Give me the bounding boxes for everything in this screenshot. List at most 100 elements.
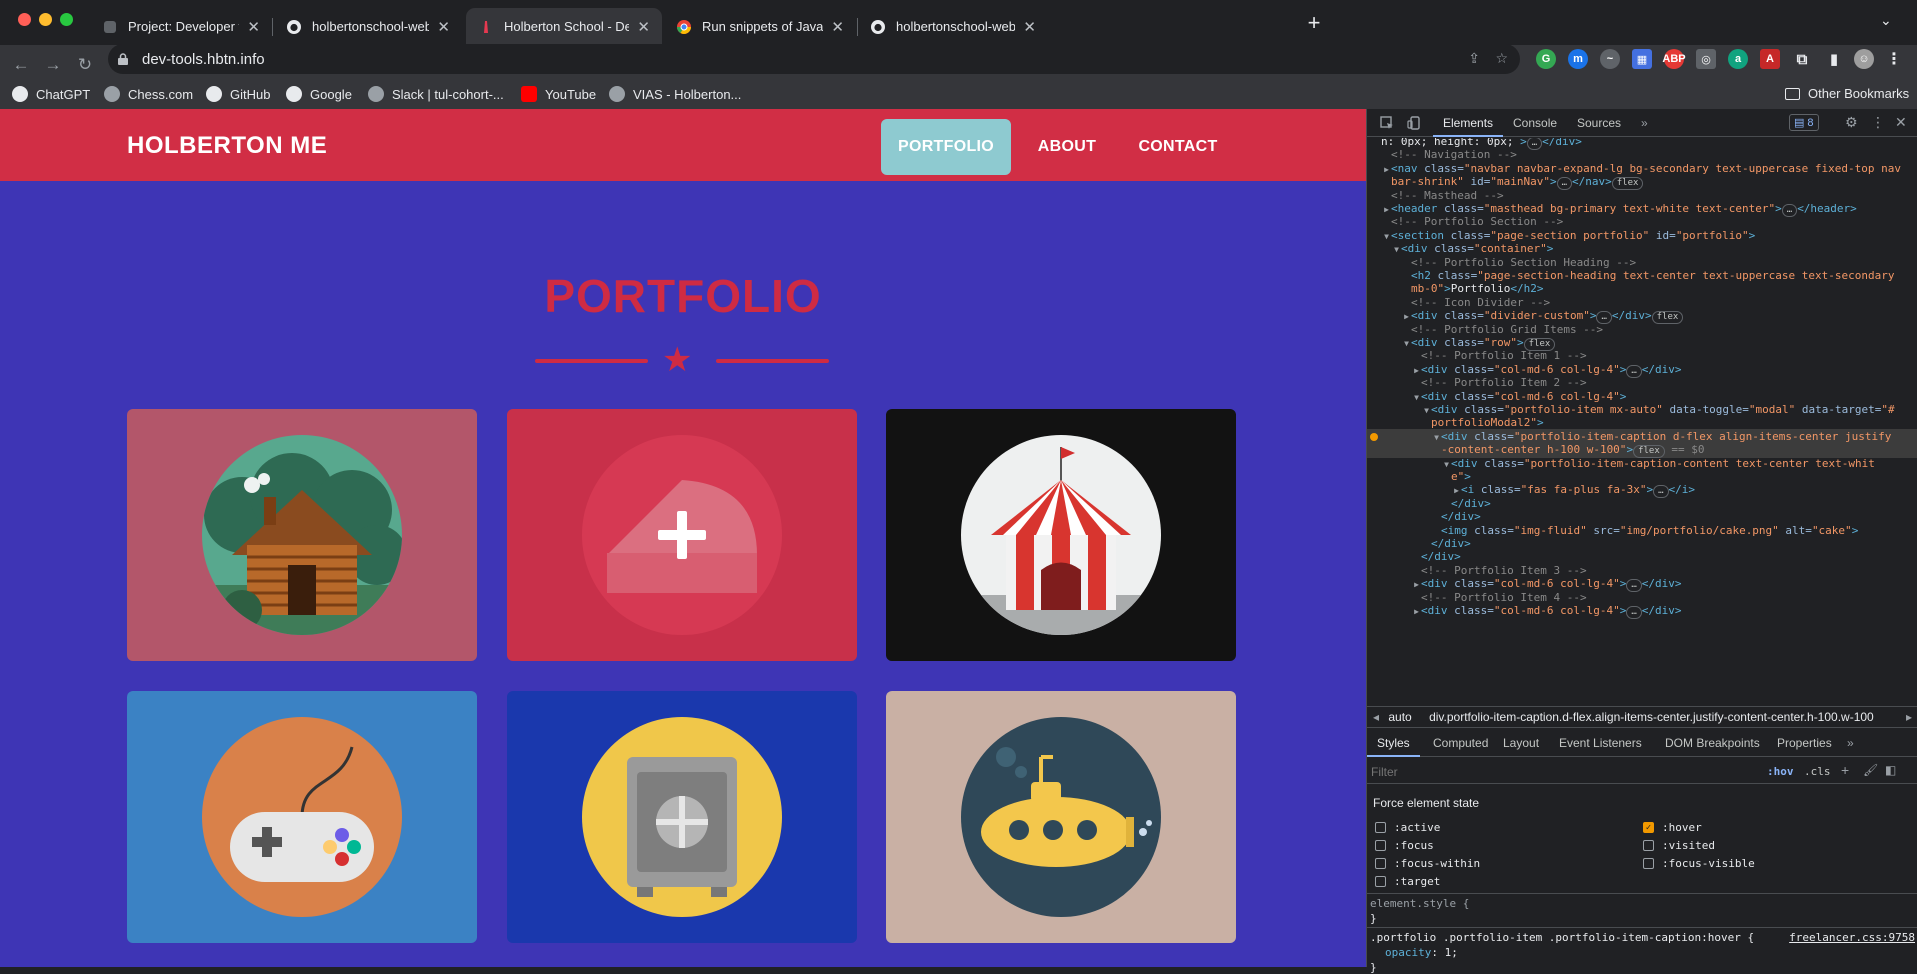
extension-icon[interactable]: ◎ — [1696, 49, 1716, 69]
css-value[interactable]: 1; — [1445, 946, 1458, 959]
close-tab-icon[interactable]: ✕ — [437, 18, 450, 36]
minimize-window-button[interactable] — [39, 13, 52, 26]
state-visited-checkbox[interactable]: :visited — [1643, 839, 1715, 852]
settings-gear-icon[interactable]: ⚙ — [1845, 114, 1858, 131]
maximize-window-button[interactable] — [60, 13, 73, 26]
extension-icon[interactable]: m — [1568, 49, 1588, 69]
devtools-tab-console[interactable]: Console — [1503, 109, 1567, 137]
subtab-dom-breakpoints[interactable]: DOM Breakpoints — [1655, 729, 1770, 757]
state-focus-within-checkbox[interactable]: :focus-within — [1375, 857, 1480, 870]
address-bar[interactable]: dev-tools.hbtn.info ⇪ ☆ — [108, 44, 1520, 74]
state-focus-visible-checkbox[interactable]: :focus-visible — [1643, 857, 1755, 870]
checkbox[interactable] — [1375, 876, 1386, 887]
portfolio-item-submarine[interactable] — [886, 691, 1236, 943]
subtab-layout[interactable]: Layout — [1493, 729, 1549, 757]
checkbox[interactable] — [1643, 840, 1654, 851]
tab-search-chevron-icon[interactable]: ⌄ — [1880, 12, 1892, 29]
breadcrumb-scroll-right-icon[interactable]: ▸ — [1906, 707, 1912, 727]
nav-contact-link[interactable]: CONTACT — [1123, 119, 1233, 175]
breadcrumb-scroll-left-icon[interactable]: ◂ — [1373, 710, 1379, 724]
subtab-properties[interactable]: Properties — [1767, 729, 1842, 757]
subtab-event-listeners[interactable]: Event Listeners — [1549, 729, 1652, 757]
bookmark-chatgpt[interactable]: ChatGPT — [12, 86, 90, 102]
issues-badge[interactable]: ▤ 8 — [1789, 114, 1819, 131]
bookmark-google[interactable]: Google — [286, 86, 352, 102]
bookmark-slack[interactable]: Slack | tul-cohort-... — [368, 86, 504, 102]
browser-tab-active[interactable]: Holberton School - Developer t ✕ — [466, 8, 662, 45]
close-tab-icon[interactable]: ✕ — [247, 18, 260, 36]
dom-node-line[interactable]: ▶ <div class="col-md-6 col-lg-4">… </div> — [1367, 603, 1917, 619]
dom-badge[interactable]: … — [1626, 606, 1642, 619]
checkbox[interactable] — [1643, 858, 1654, 869]
portfolio-item-cake[interactable] — [507, 409, 857, 661]
bookmark-github[interactable]: GitHub — [206, 86, 270, 102]
new-style-rule-icon[interactable]: + — [1841, 762, 1849, 778]
browser-tab[interactable]: Run snippets of JavaScript - Ch ✕ — [664, 8, 856, 45]
extension-icon[interactable]: ~ — [1600, 49, 1620, 69]
cls-toggle[interactable]: .cls — [1804, 765, 1831, 778]
portfolio-item-caption[interactable] — [507, 409, 857, 661]
subtab-styles[interactable]: Styles — [1367, 729, 1420, 757]
toggle-sidebar-icon[interactable]: ◧ — [1885, 763, 1896, 777]
back-button[interactable]: ← — [8, 55, 34, 75]
bookmark-vias[interactable]: VIAS - Holberton... — [609, 86, 741, 102]
extension-icon[interactable]: a — [1728, 49, 1748, 69]
more-subtabs-chevron-icon[interactable]: » — [1837, 729, 1864, 757]
bookmark-youtube[interactable]: YouTube — [521, 86, 596, 102]
devtools-tab-sources[interactable]: Sources — [1567, 109, 1631, 137]
breadcrumb-item[interactable]: auto — [1388, 710, 1411, 724]
state-active-checkbox[interactable]: :active — [1375, 821, 1440, 834]
device-toolbar-icon[interactable] — [1407, 116, 1421, 130]
checkbox[interactable] — [1375, 822, 1386, 833]
devtools-menu-icon[interactable]: ⋮ — [1871, 114, 1885, 131]
expand-arrow-icon[interactable]: ▶ — [1367, 604, 1421, 619]
inspect-element-icon[interactable] — [1380, 116, 1394, 130]
share-icon[interactable]: ⇪ — [1468, 50, 1480, 67]
nav-portfolio-link[interactable]: PORTFOLIO — [881, 119, 1011, 175]
state-target-checkbox[interactable]: :target — [1375, 875, 1440, 888]
styles-filter-input[interactable] — [1371, 762, 1671, 781]
pdf-extension-icon[interactable]: A — [1760, 49, 1780, 69]
checkbox[interactable] — [1375, 840, 1386, 851]
css-declaration[interactable]: opacity: 1; — [1385, 946, 1458, 959]
more-tabs-chevron-icon[interactable]: » — [1631, 109, 1658, 137]
forward-button[interactable]: → — [40, 55, 66, 75]
hov-toggle[interactable]: :hov — [1767, 765, 1794, 778]
css-property[interactable]: opacity — [1385, 946, 1431, 959]
close-tab-icon[interactable]: ✕ — [1023, 18, 1036, 36]
checkbox-checked[interactable]: ✓ — [1643, 822, 1654, 833]
close-tab-icon[interactable]: ✕ — [637, 18, 650, 36]
profile-avatar[interactable]: ☺ — [1854, 49, 1874, 69]
new-tab-button[interactable]: + — [1298, 8, 1330, 40]
portfolio-item-game[interactable] — [127, 691, 477, 943]
browser-tab[interactable]: holbertonschool-web_front_en ✕ — [274, 8, 462, 45]
state-hover-checkbox[interactable]: ✓:hover — [1643, 821, 1702, 834]
subtab-computed[interactable]: Computed — [1423, 729, 1498, 757]
browser-tab[interactable]: holbertonschool-web_front_en ✕ — [858, 8, 1048, 45]
devtools-tab-elements[interactable]: Elements — [1433, 109, 1504, 137]
css-rule-selector[interactable]: .portfolio .portfolio-item .portfolio-it… — [1370, 931, 1754, 944]
checkbox[interactable] — [1375, 858, 1386, 869]
breadcrumb-item-selected[interactable]: div.portfolio-item-caption.d-flex.align-… — [1429, 710, 1874, 724]
grammarly-extension-icon[interactable]: G — [1536, 49, 1556, 69]
browser-tab[interactable]: Project: Developer tools | Holbe ✕ — [90, 8, 272, 45]
close-tab-icon[interactable]: ✕ — [831, 18, 844, 36]
reload-button[interactable]: ↻ — [72, 55, 98, 75]
other-bookmarks[interactable]: Other Bookmarks — [1785, 86, 1909, 101]
state-focus-checkbox[interactable]: :focus — [1375, 839, 1434, 852]
bookmark-star-icon[interactable]: ☆ — [1495, 50, 1508, 67]
close-window-button[interactable] — [18, 13, 31, 26]
adblock-extension-icon[interactable]: ABP — [1662, 49, 1686, 69]
element-style-selector[interactable]: element.style { — [1370, 897, 1469, 910]
bookmark-chess[interactable]: Chess.com — [104, 86, 193, 102]
nav-about-link[interactable]: ABOUT — [1022, 119, 1112, 175]
portfolio-item-safe[interactable] — [507, 691, 857, 943]
extensions-puzzle-icon[interactable]: ⧉ — [1792, 49, 1812, 69]
css-source-link[interactable]: freelancer.css:9758 — [1789, 931, 1915, 944]
site-brand[interactable]: HOLBERTON ME — [127, 132, 327, 160]
side-panel-icon[interactable]: ▮ — [1824, 49, 1844, 69]
portfolio-item-cabin[interactable] — [127, 409, 477, 661]
element-state-icon[interactable]: 🖌 — [1863, 763, 1878, 777]
close-devtools-icon[interactable]: ✕ — [1895, 114, 1907, 131]
portfolio-item-circus[interactable] — [886, 409, 1236, 661]
